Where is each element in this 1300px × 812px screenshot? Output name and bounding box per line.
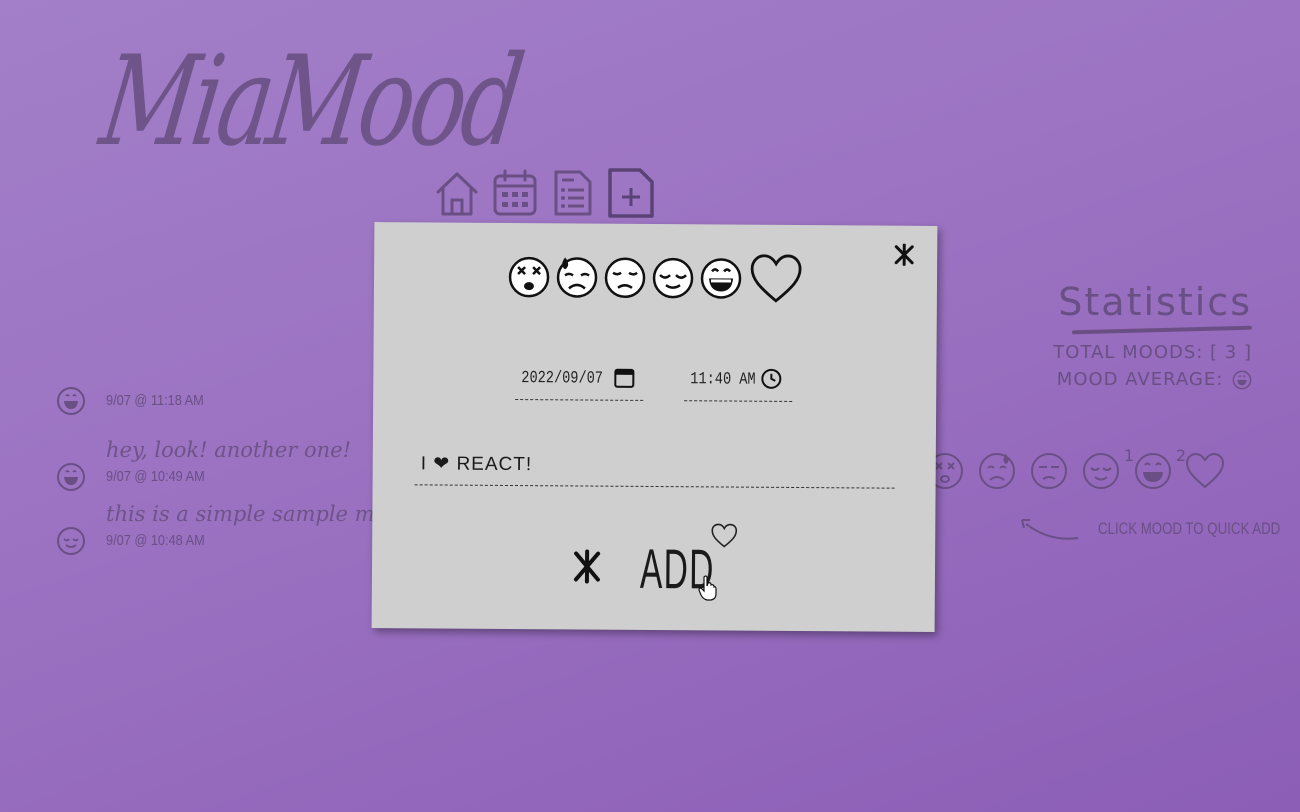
add-mood-modal: 2022/09/07 11:40 AM I ❤ REACT! ADD [371, 222, 938, 632]
statistics-underline [1071, 325, 1253, 335]
time-input[interactable]: 11:40 AM [684, 364, 793, 402]
mood-list-item[interactable]: 9/07 @ 11:18 AM [56, 382, 396, 446]
quick-add-heart[interactable] [1184, 450, 1226, 492]
quick-add-hint: CLICK MOOD TO QUICK ADD [1020, 516, 1300, 542]
mood-timestamp: 9/07 @ 11:18 AM [106, 392, 204, 409]
unamused-face-icon [1031, 453, 1067, 489]
mood-note: this is a simple sample mo [106, 502, 388, 526]
nav-list-button[interactable] [548, 166, 598, 220]
main-nav [432, 166, 656, 220]
quick-add-relieved[interactable]: 1 [1080, 446, 1134, 492]
date-value: 2022/09/07 [521, 369, 604, 389]
add-document-icon [608, 168, 654, 218]
grinning-face-icon [1232, 370, 1252, 390]
unamused-face-icon[interactable] [603, 256, 647, 300]
grinning-face-icon [57, 387, 85, 415]
quick-add-bar: 1 2 [924, 446, 1226, 492]
list-document-icon [554, 170, 592, 216]
clock-icon[interactable] [760, 368, 782, 390]
date-input[interactable]: 2022/09/07 [515, 363, 644, 401]
heart-icon [1185, 452, 1225, 489]
dizzy-face-icon[interactable] [507, 255, 551, 299]
sad-sweat-face-icon[interactable] [555, 255, 599, 299]
mood-timestamp: 9/07 @ 10:48 AM [106, 532, 205, 549]
total-moods: TOTAL MOODS: [ 3 ] [1053, 342, 1252, 363]
relieved-face-icon[interactable] [651, 256, 695, 300]
curved-arrow-icon [1021, 519, 1079, 540]
grinning-face-icon [57, 463, 85, 491]
close-icon[interactable] [893, 243, 915, 266]
note-value: I ❤ REACT! [420, 453, 533, 476]
calendar-icon [493, 169, 537, 216]
relieved-face-icon [1083, 453, 1119, 489]
mood-average: MOOD AVERAGE: [1053, 369, 1252, 390]
quick-add-unamused[interactable] [1028, 450, 1070, 492]
grinning-face-icon[interactable] [699, 256, 743, 300]
heart-icon [711, 523, 738, 548]
note-input[interactable]: I ❤ REACT! [414, 448, 895, 489]
grinning-face-icon [1135, 453, 1171, 489]
quick-add-hint-text: CLICK MOOD TO QUICK ADD [1098, 519, 1281, 538]
relieved-face-icon [57, 527, 85, 555]
nav-add-button[interactable] [606, 166, 656, 220]
statistics-panel: Statistics TOTAL MOODS: [ 3 ] MOOD AVERA… [1053, 280, 1253, 390]
mood-picker [507, 251, 803, 305]
sad-sweat-face-icon [979, 453, 1015, 489]
quick-add-grinning[interactable]: 2 [1132, 446, 1186, 492]
hand-pointer-icon [698, 575, 717, 601]
statistics-title: Statistics [1058, 280, 1252, 324]
home-icon [436, 172, 478, 216]
quick-add-sad-sweat[interactable] [976, 450, 1018, 492]
mood-timestamp: 9/07 @ 10:49 AM [106, 468, 205, 485]
mood-average-label: MOOD AVERAGE: [1056, 369, 1224, 390]
mood-note: hey, look! another one! [106, 438, 352, 462]
cancel-icon[interactable] [572, 549, 602, 584]
mood-list-item[interactable]: this is a simple sample mo 9/07 @ 10:48 … [56, 502, 396, 574]
time-value: 11:40 AM [690, 370, 756, 390]
heart-icon[interactable] [749, 253, 803, 305]
app-logo: MiaMood [93, 29, 528, 174]
calendar-icon[interactable] [613, 367, 635, 389]
nav-calendar-button[interactable] [490, 166, 540, 220]
mood-history-list: 9/07 @ 11:18 AM hey, look! another one! … [56, 382, 396, 574]
mood-list-item[interactable]: hey, look! another one! 9/07 @ 10:49 AM [56, 438, 396, 510]
nav-home-button[interactable] [432, 166, 482, 220]
